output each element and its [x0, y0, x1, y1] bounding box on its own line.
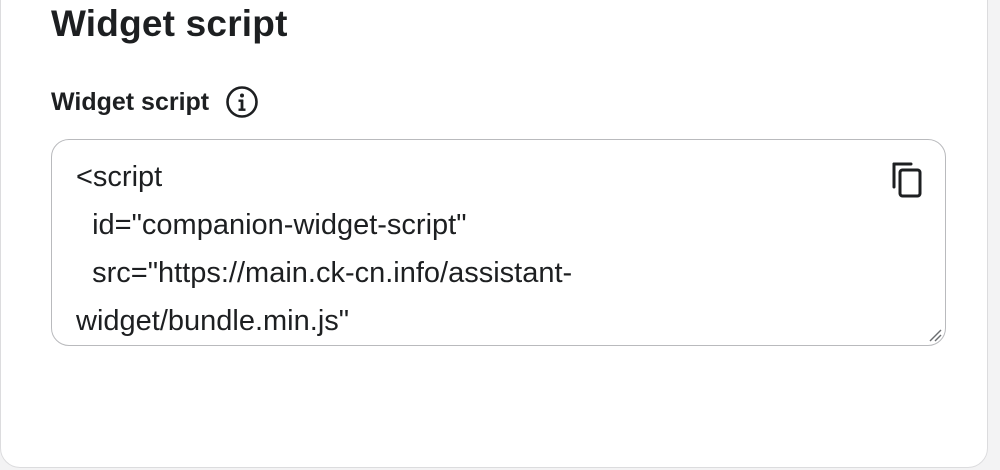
section-title: Widget script [51, 3, 288, 44]
info-icon[interactable] [225, 85, 259, 119]
widget-script-textarea[interactable]: <script id="companion-widget-script" src… [51, 139, 946, 346]
widget-script-card: Widget script Widget script <script id="… [0, 0, 988, 468]
resize-handle[interactable] [928, 328, 942, 342]
widget-script-code[interactable]: <script id="companion-widget-script" src… [76, 153, 856, 345]
copy-icon[interactable] [889, 160, 925, 200]
field-label-row: Widget script [51, 85, 259, 119]
field-label: Widget script [51, 87, 210, 116]
